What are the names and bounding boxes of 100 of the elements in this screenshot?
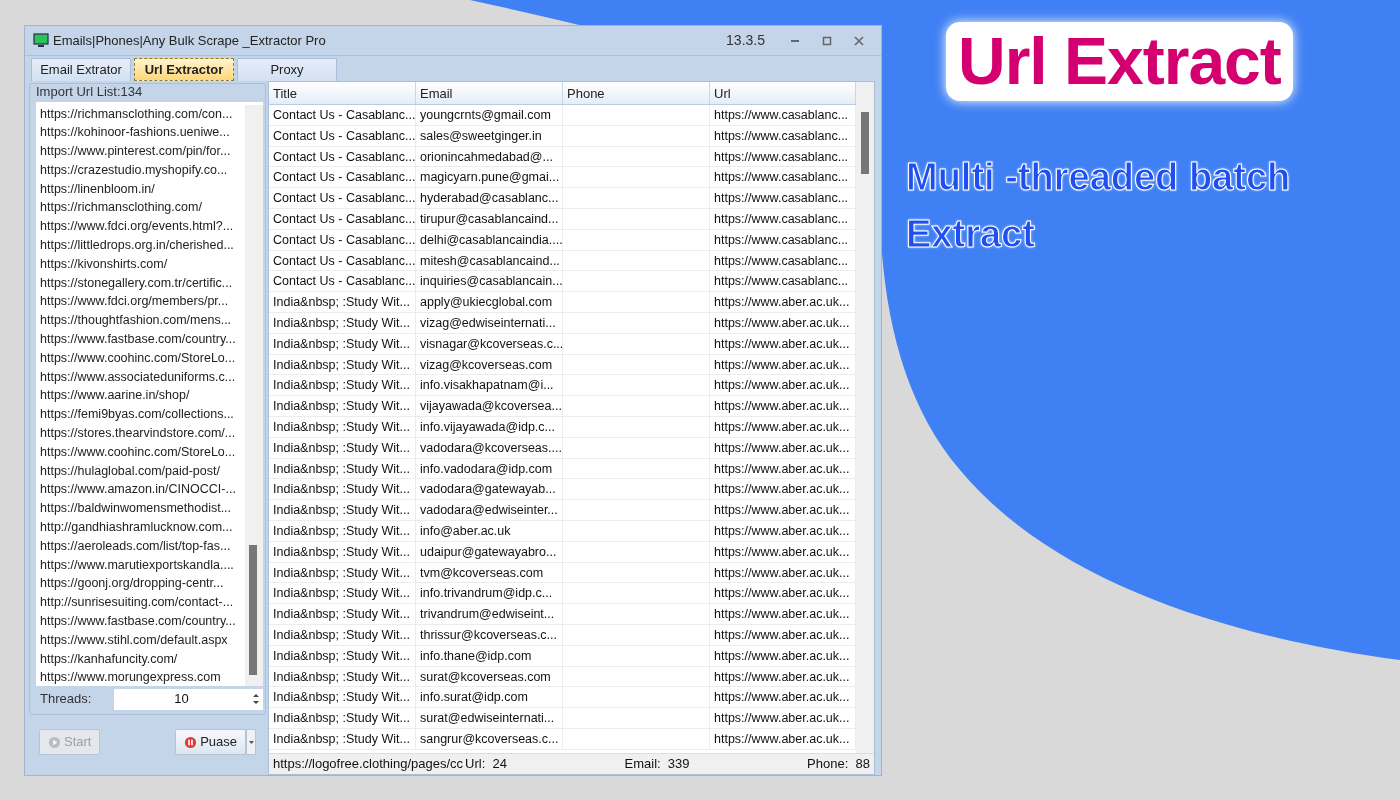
url-list-item[interactable]: https://www.aarine.in/shop/ (36, 386, 245, 406)
url-list-item[interactable]: https://aeroleads.com/list/top-fas... (36, 536, 245, 556)
url-list-item[interactable]: https://www.pinterest.com/pin/for... (36, 142, 245, 161)
url-list-item[interactable]: https://crazestudio.myshopify.co... (36, 160, 245, 180)
table-cell: India&nbsp; :Study Wit... (269, 562, 416, 583)
threads-spinner[interactable]: 10 (114, 688, 263, 710)
url-list-item[interactable]: https://littledrops.org.in/cherished... (36, 236, 245, 255)
maximize-icon[interactable] (822, 35, 832, 46)
table-cell: info.surat@idp.com (416, 687, 563, 708)
table-cell: orionincahmedabad@... (416, 146, 563, 167)
tab[interactable]: Url Extractor (134, 58, 234, 81)
url-list-item[interactable]: https://www.associateduniforms.c... (36, 367, 245, 387)
table-cell: info.vadodara@idp.com (416, 458, 563, 479)
status-count: Phone: 88 (807, 755, 870, 774)
window-title: Emails|Phones|Any Bulk Scrape _Extractor Pro (53, 31, 326, 50)
status-count: Url: 24 (465, 755, 507, 774)
table-cell: India&nbsp; :Study Wit... (269, 687, 416, 708)
url-list-item[interactable]: https://kanhafuncity.com/ (36, 649, 245, 669)
table-cell: sales@sweetginger.in (416, 125, 563, 146)
url-list-item[interactable]: https://www.morungexpress.com (36, 668, 245, 688)
table-cell: vadodara@kcoverseas.... (416, 437, 563, 458)
url-list-item[interactable]: https://www.coohinc.com/StoreLo... (36, 348, 245, 368)
table-cell: Contact Us - Casablanc... (269, 167, 416, 188)
status-url: https://logofree.clothing/pages/cc (273, 755, 464, 774)
table-cell: info@aber.ac.uk (416, 520, 563, 541)
table-cell: Contact Us - Casablanc... (269, 229, 416, 250)
group-label: Import Url List:134 (36, 83, 143, 101)
table-cell: info.vijayawada@idp.c... (416, 416, 563, 437)
table-cell: India&nbsp; :Study Wit... (269, 541, 416, 562)
table-cell: mitesh@casablancaind... (416, 250, 563, 271)
url-list-item[interactable]: https://www.coohinc.com/StoreLo... (36, 442, 245, 462)
table-cell: magicyarn.pune@gmai... (416, 167, 563, 188)
column-header[interactable]: Title (269, 82, 416, 104)
scrollbar[interactable] (856, 82, 874, 753)
table-cell: vijayawada@kcoversea... (416, 396, 563, 416)
pause-button[interactable]: Puase (175, 729, 246, 755)
url-list-item[interactable]: https://femi9byas.com/collections... (36, 405, 245, 425)
table-cell: trivandrum@edwiseint... (416, 604, 563, 624)
url-list-item[interactable]: https://linenbloom.in/ (36, 179, 245, 199)
table-cell: India&nbsp; :Study Wit... (269, 292, 416, 312)
table-cell: India&nbsp; :Study Wit... (269, 416, 416, 437)
table-cell: Contact Us - Casablanc... (269, 146, 416, 167)
url-list-item[interactable]: https://stores.thearvindstore.com/... (36, 424, 245, 443)
table-cell: info.trivandrum@idp.c... (416, 583, 563, 604)
table-cell: India&nbsp; :Study Wit... (269, 312, 416, 333)
table-cell: youngcrnts@gmail.com (416, 105, 563, 125)
table-cell: India&nbsp; :Study Wit... (269, 645, 416, 666)
table-cell: inquiries@casablancain... (416, 271, 563, 292)
table-cell: India&nbsp; :Study Wit... (269, 708, 416, 728)
table-cell: India&nbsp; :Study Wit... (269, 604, 416, 624)
table-cell: India&nbsp; :Study Wit... (269, 479, 416, 500)
version-label: 13.3.5 (726, 31, 765, 50)
url-list-item[interactable]: https://www.marutiexportskandla.... (36, 555, 245, 575)
url-list-item[interactable]: https://www.fastbase.com/country... (36, 612, 245, 631)
url-list-item[interactable]: http://gandhiashramlucknow.com... (36, 518, 245, 537)
url-list-item[interactable]: https://goonj.org/dropping-centr... (36, 574, 245, 594)
table-cell: delhi@casablancaindia.... (416, 229, 563, 250)
table-cell: Contact Us - Casablanc... (269, 271, 416, 292)
table-cell: vadodara@gatewayab... (416, 479, 563, 500)
url-list-item[interactable]: https://richmansclothing.com/con... (36, 104, 245, 124)
close-icon[interactable] (854, 35, 864, 46)
url-list-item[interactable]: https://hulaglobal.com/paid-post/ (36, 461, 245, 481)
url-list-item[interactable]: https://thoughtfashion.com/mens... (36, 311, 245, 331)
column-header[interactable]: Phone (563, 82, 710, 104)
url-list-item[interactable]: https://www.fdci.org/events.html?... (36, 217, 245, 237)
table-cell: visnagar@kcoverseas.c... (416, 333, 563, 354)
url-list-item[interactable]: https://kivonshirts.com/ (36, 254, 245, 274)
table-cell: surat@kcoverseas.com (416, 666, 563, 687)
dropdown-button[interactable] (246, 729, 256, 755)
table-cell: vizag@edwiseinternati... (416, 312, 563, 333)
url-list-item[interactable]: http://sunrisesuiting.com/contact-... (36, 593, 245, 612)
banner-heading: Url Extract (946, 22, 1293, 102)
table-cell: Contact Us - Casablanc... (269, 250, 416, 271)
table-cell: Contact Us - Casablanc... (269, 209, 416, 229)
url-list-item[interactable]: https://stonegallery.com.tr/certific... (36, 273, 245, 293)
url-list-item[interactable]: https://kohinoor-fashions.ueniwe... (36, 123, 245, 143)
url-list-item[interactable]: https://www.fdci.org/members/pr... (36, 292, 245, 312)
pause-icon (184, 735, 198, 749)
table-cell: hyderabad@casablanc... (416, 188, 563, 208)
tab[interactable]: Email Extrator (31, 58, 131, 81)
url-list-item[interactable]: https://baldwinwomensmethodist... (36, 499, 245, 519)
table-cell: info.thane@idp.com (416, 645, 563, 666)
scrollbar[interactable] (245, 104, 263, 686)
play-icon (48, 735, 61, 749)
url-list-item[interactable]: https://www.amazon.in/CINOCCI-... (36, 480, 245, 500)
table-cell: surat@edwiseinternati... (416, 708, 563, 728)
url-list-item[interactable]: https://www.stihl.com/default.aspx (36, 630, 245, 650)
column-header[interactable]: Email (416, 82, 563, 104)
table-cell: India&nbsp; :Study Wit... (269, 728, 416, 749)
table-cell: India&nbsp; :Study Wit... (269, 500, 416, 520)
table-cell: Contact Us - Casablanc... (269, 105, 416, 125)
table-cell: tirupur@casablancaind... (416, 209, 563, 229)
table-cell: Contact Us - Casablanc... (269, 125, 416, 146)
url-list-item[interactable]: https://www.fastbase.com/country... (36, 330, 245, 349)
table-cell: India&nbsp; :Study Wit... (269, 520, 416, 541)
table-cell: India&nbsp; :Study Wit... (269, 458, 416, 479)
table-cell: India&nbsp; :Study Wit... (269, 375, 416, 396)
table-cell: India&nbsp; :Study Wit... (269, 396, 416, 416)
tab[interactable]: Proxy (237, 58, 337, 81)
url-list-item[interactable]: https://richmansclothing.com/ (36, 198, 245, 218)
